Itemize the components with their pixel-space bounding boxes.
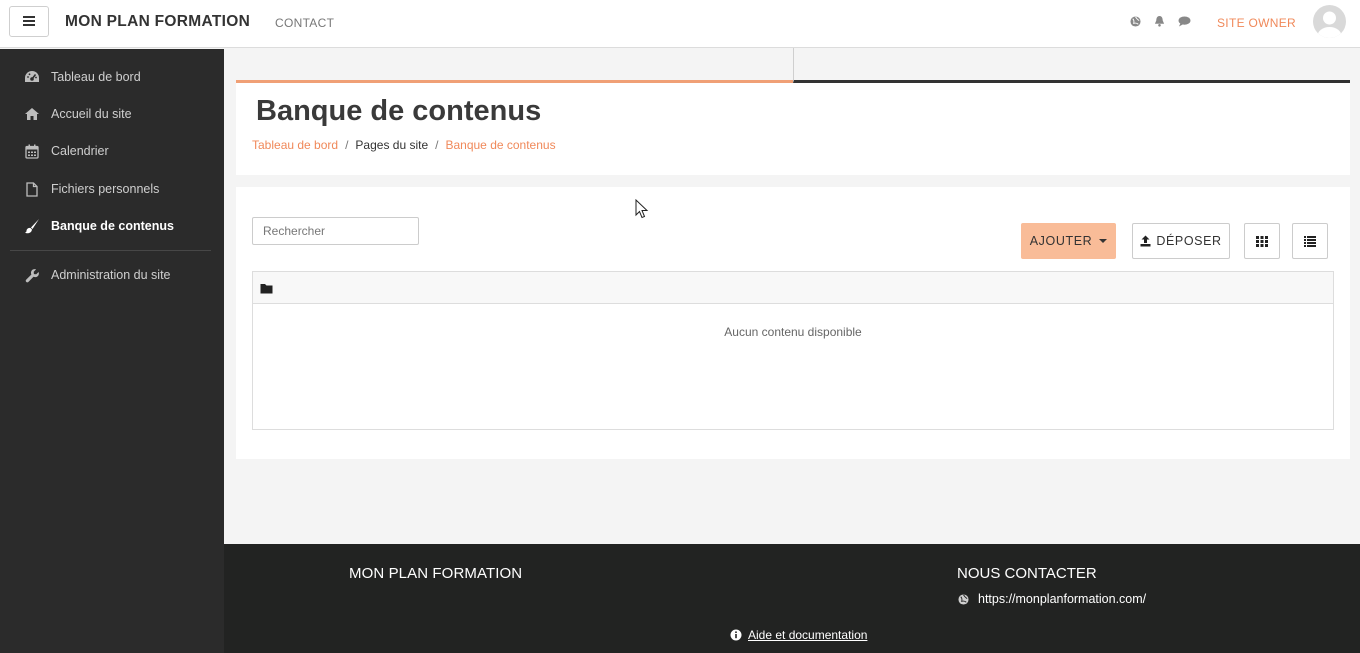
- user-name-link[interactable]: SITE OWNER: [1217, 16, 1296, 30]
- list-icon: [1304, 235, 1316, 247]
- footer-brand: MON PLAN FORMATION: [349, 565, 523, 582]
- page-header: Banque de contenus Tableau de bord / Pag…: [236, 83, 1350, 175]
- add-button[interactable]: AJOUTER: [1021, 223, 1116, 259]
- sidebar-item-label: Tableau de bord: [51, 70, 141, 84]
- breadcrumb: Tableau de bord / Pages du site / Banque…: [252, 138, 556, 152]
- content-bank-list: Aucun contenu disponible: [252, 271, 1334, 430]
- content-bank-header: [253, 272, 1333, 304]
- content-bank-panel: AJOUTER DÉPOSER Aucun contenu disponible: [236, 187, 1350, 459]
- file-icon: [24, 181, 40, 197]
- empty-state-message: Aucun contenu disponible: [724, 325, 862, 339]
- upload-icon: [1140, 235, 1151, 247]
- avatar[interactable]: [1313, 5, 1346, 38]
- mouse-cursor-icon: [635, 198, 649, 219]
- bell-icon[interactable]: [1152, 14, 1166, 28]
- paintbrush-icon: [24, 218, 40, 234]
- globe-icon: [958, 593, 969, 605]
- sidebar-item-calendar[interactable]: Calendrier: [24, 141, 109, 161]
- menu-toggle-button[interactable]: [9, 6, 49, 37]
- footer-url-link[interactable]: https://monplanformation.com/: [978, 592, 1146, 606]
- tab-indicator: [793, 48, 1350, 83]
- calendar-icon: [24, 143, 40, 159]
- footer-help-row: Aide et documentation: [730, 628, 867, 642]
- globe-icon[interactable]: [1128, 14, 1142, 28]
- dashboard-icon: [24, 69, 40, 85]
- page-footer: MON PLAN FORMATION NOUS CONTACTER https:…: [224, 544, 1360, 653]
- sidebar-item-label: Accueil du site: [51, 107, 132, 121]
- caret-down-icon: [1099, 239, 1108, 243]
- home-icon: [24, 106, 40, 122]
- sidebar-item-dashboard[interactable]: Tableau de bord: [24, 67, 141, 87]
- grid-view-button[interactable]: [1244, 223, 1280, 259]
- sidebar-item-label: Banque de contenus: [51, 219, 174, 233]
- sidebar-item-home[interactable]: Accueil du site: [24, 104, 132, 124]
- upload-button[interactable]: DÉPOSER: [1132, 223, 1230, 259]
- sidebar-item-content-bank[interactable]: Banque de contenus: [24, 216, 174, 236]
- sidebar-item-site-admin[interactable]: Administration du site: [24, 265, 171, 285]
- sidebar-item-private-files[interactable]: Fichiers personnels: [24, 179, 159, 199]
- upload-button-label: DÉPOSER: [1156, 234, 1222, 248]
- help-documentation-link[interactable]: Aide et documentation: [748, 628, 867, 642]
- site-brand[interactable]: MON PLAN FORMATION: [65, 13, 250, 31]
- breadcrumb-content-bank[interactable]: Banque de contenus: [445, 138, 555, 152]
- breadcrumb-site-pages: Pages du site: [355, 138, 429, 152]
- sidebar-divider: [10, 250, 211, 251]
- page-title: Banque de contenus: [256, 95, 542, 127]
- footer-contact-heading: NOUS CONTACTER: [957, 565, 1097, 582]
- chat-icon[interactable]: [1177, 14, 1191, 28]
- info-icon: [730, 629, 742, 641]
- footer-url-row: https://monplanformation.com/: [958, 592, 1146, 606]
- add-button-label: AJOUTER: [1029, 234, 1093, 248]
- breadcrumb-separator: /: [435, 138, 439, 152]
- sidebar-item-label: Fichiers personnels: [51, 182, 160, 196]
- tab-indicator-active: [236, 48, 793, 83]
- hamburger-icon: [23, 13, 35, 31]
- search-input[interactable]: [252, 217, 419, 245]
- sidebar-item-label: Calendrier: [51, 144, 109, 158]
- list-view-button[interactable]: [1292, 223, 1328, 259]
- grid-icon: [1256, 235, 1268, 247]
- header-tab-bar: [236, 48, 1350, 83]
- breadcrumb-dashboard[interactable]: Tableau de bord: [252, 138, 338, 152]
- sidebar-nav: Tableau de bord Accueil du site Calendri…: [0, 49, 224, 653]
- breadcrumb-separator: /: [345, 138, 349, 152]
- top-navbar: MON PLAN FORMATION CONTACT SITE OWNER: [0, 0, 1360, 48]
- wrench-icon: [24, 267, 40, 283]
- nav-contact-link[interactable]: CONTACT: [275, 16, 334, 30]
- sidebar-item-label: Administration du site: [51, 268, 171, 282]
- folder-icon[interactable]: [260, 281, 274, 295]
